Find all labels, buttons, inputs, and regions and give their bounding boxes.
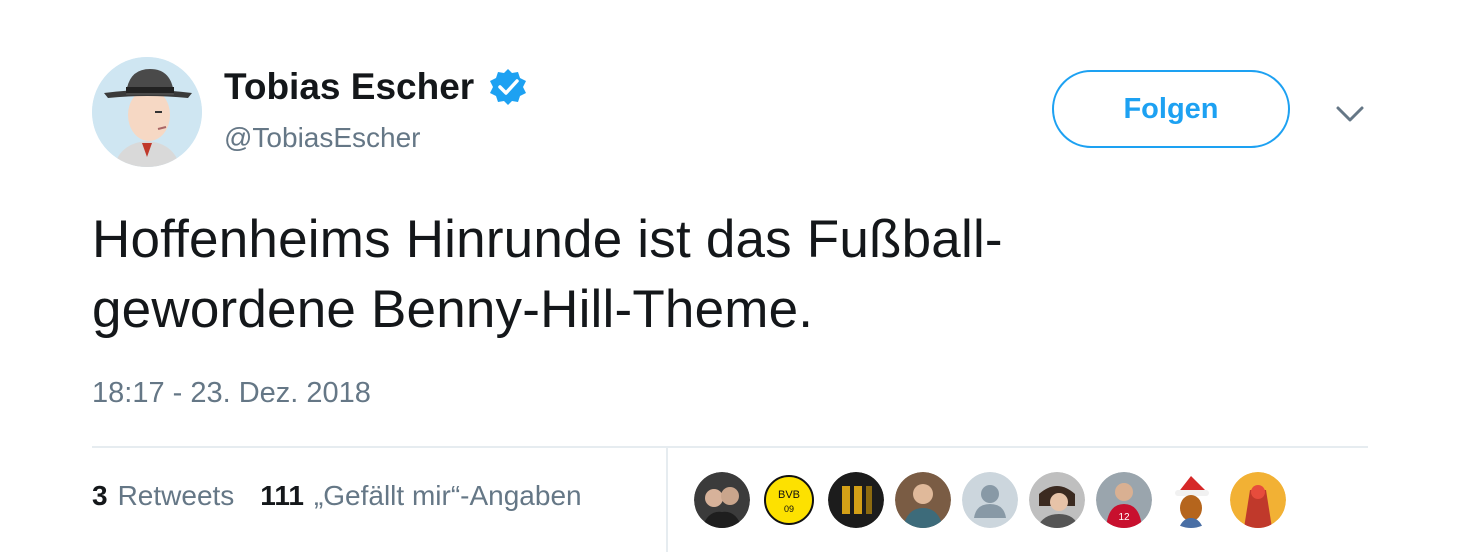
liker-avatars: BVB 09 12	[694, 472, 1297, 528]
retweets-stat[interactable]: 3 Retweets	[92, 480, 234, 512]
tweet-timestamp[interactable]: 18:17 - 23. Dez. 2018	[92, 377, 371, 410]
likes-count: 111	[260, 480, 304, 511]
svg-text:09: 09	[784, 504, 794, 514]
tweet-text-line-2: gewordene Benny-Hill-Theme.	[92, 280, 814, 339]
verified-badge-icon	[488, 67, 528, 107]
stats-vertical-divider	[666, 448, 668, 552]
author-avatar[interactable]	[92, 57, 202, 167]
tweet-text-line-1: Hoffenheims Hinrunde ist das Fußball-	[92, 210, 1003, 269]
santa-hat-cartoon-avatar[interactable]	[1163, 472, 1219, 528]
default-user-icon[interactable]	[962, 472, 1018, 528]
svg-text:BVB: BVB	[778, 489, 800, 501]
tweet-text: Hoffenheims Hinrunde ist das Fußball- ge…	[92, 205, 1292, 345]
bvb-logo-avatar[interactable]: BVB 09	[761, 472, 817, 528]
author-name-text[interactable]: Tobias Escher	[224, 66, 474, 108]
likes-stat[interactable]: 111 „Gefällt mir“-Angaben	[260, 480, 581, 512]
user-avatar-red-jersey[interactable]: 12	[1096, 472, 1152, 528]
user-avatar-photo[interactable]	[694, 472, 750, 528]
tweet-stats: 3 Retweets 111 „Gefällt mir“-Angaben	[92, 480, 608, 512]
likes-label: „Gefällt mir“-Angaben	[313, 480, 582, 511]
user-avatar-photo[interactable]	[895, 472, 951, 528]
svg-text:12: 12	[1118, 512, 1130, 523]
user-avatar-red[interactable]	[1230, 472, 1286, 528]
stats-divider	[92, 446, 1368, 448]
chevron-down-icon[interactable]	[1332, 96, 1368, 132]
user-avatar-photo[interactable]	[1029, 472, 1085, 528]
author-name[interactable]: Tobias Escher	[224, 66, 528, 108]
follow-button[interactable]: Folgen	[1052, 70, 1290, 148]
retweets-label: Retweets	[117, 480, 235, 511]
user-avatar-dark[interactable]	[828, 472, 884, 528]
retweets-count: 3	[92, 480, 108, 511]
author-handle[interactable]: @TobiasEscher	[224, 122, 421, 154]
